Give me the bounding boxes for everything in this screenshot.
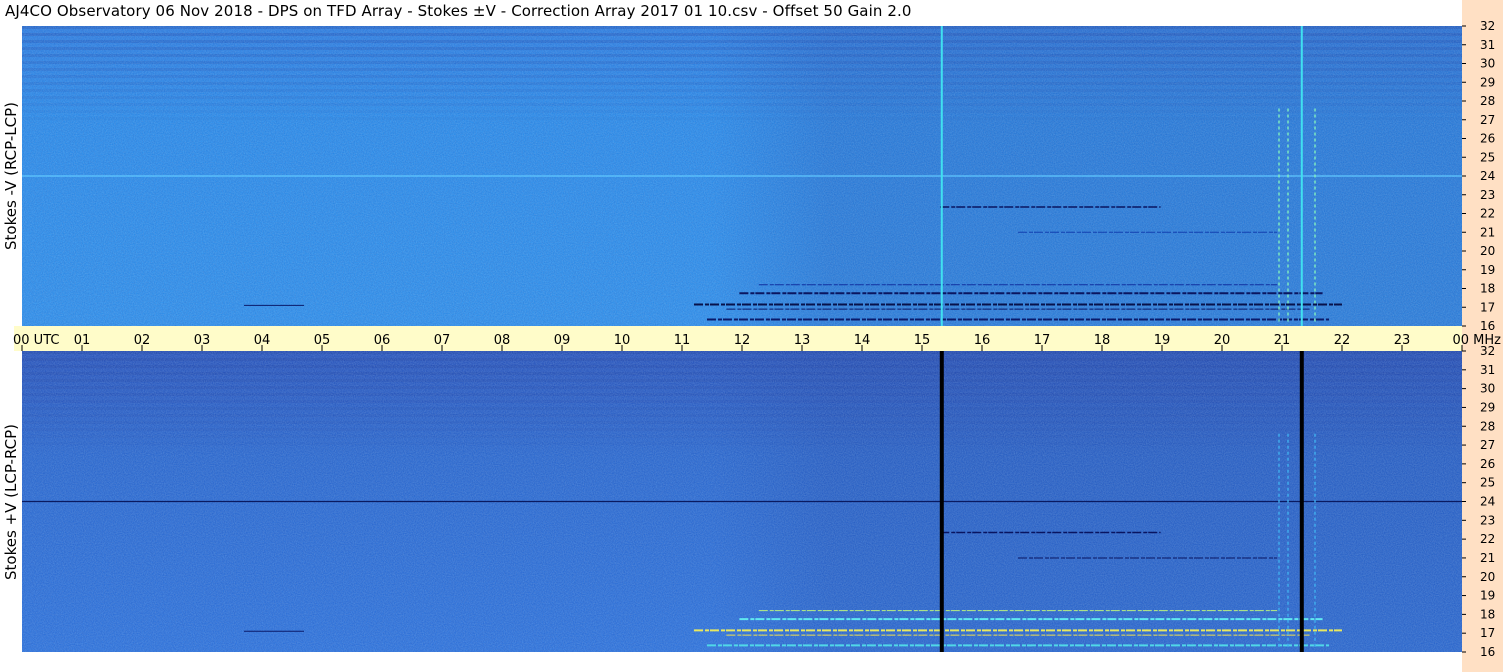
time-tick-label: 20 [1214,333,1231,348]
frequency-tick-label: 19 [1480,589,1495,603]
frequency-tick-label: 27 [1480,113,1495,127]
frequency-tick-label: 32 [1480,344,1495,358]
frequency-tick-label: 22 [1480,207,1495,221]
frequency-tick-label: 22 [1480,532,1495,546]
frequency-tick-label: 18 [1480,282,1495,296]
time-tick-label: 19 [1154,333,1171,348]
time-tick-label: 08 [494,333,511,348]
time-tick-label: 06 [374,333,391,348]
time-tick-label: 23 [1394,333,1411,348]
upper-panel-ylabel: Stokes -V (RCP-LCP) [2,102,20,250]
frequency-tick-label: 19 [1480,263,1495,277]
frequency-tick-label: 27 [1480,438,1495,452]
time-tick-label: 18 [1094,333,1111,348]
time-tick-label: 14 [854,333,871,348]
frequency-tick-label: 29 [1480,75,1495,89]
spectrogram-panel-lower [22,351,1462,652]
time-tick-label: 13 [794,333,811,348]
frequency-tick-label: 16 [1480,645,1495,659]
frequency-tick-label: 29 [1480,400,1495,414]
spectrogram-svg: 00 UTC 01 02 03 04 05 06 07 08 09 10 11 12 13 14 15 16 17… [13,19,1501,659]
frequency-tick-label: 21 [1480,551,1495,565]
frequency-tick-label: 31 [1480,363,1495,377]
time-tick-label: 16 [974,333,991,348]
frequency-tick-label: 26 [1480,457,1495,471]
time-tick-label: 04 [254,333,271,348]
frequency-tick-label: 23 [1480,188,1495,202]
time-tick-label: 17 [1034,333,1051,348]
frequency-tick-label: 25 [1480,476,1495,490]
time-tick-label: 10 [614,333,631,348]
frequency-tick-label: 20 [1480,244,1495,258]
frequency-tick-label: 16 [1480,319,1495,333]
time-tick-label: 22 [1334,333,1351,348]
lower-panel-ylabel: Stokes +V (LCP-RCP) [2,424,20,580]
frequency-tick-label: 30 [1480,382,1495,396]
time-tick-label: 11 [674,333,691,348]
frequency-tick-label: 32 [1480,19,1495,33]
frequency-tick-label: 31 [1480,38,1495,52]
time-tick-label: 12 [734,333,751,348]
frequency-tick-label: 24 [1480,495,1495,509]
time-tick-label: 21 [1274,333,1291,348]
time-tick-label: 02 [134,333,151,348]
frequency-tick-label: 18 [1480,607,1495,621]
frequency-tick-label: 30 [1480,57,1495,71]
time-tick-label: 09 [554,333,571,348]
frequency-tick-label: 25 [1480,150,1495,164]
time-tick-label: 01 [74,333,91,348]
spectrogram-panel-upper [22,26,1462,326]
frequency-tick-label: 17 [1480,300,1495,314]
frequency-tick-label: 23 [1480,513,1495,527]
time-tick-label: 03 [194,333,211,348]
time-tick-label: 07 [434,333,451,348]
frequency-tick-label: 21 [1480,225,1495,239]
frequency-tick-label: 26 [1480,132,1495,146]
time-tick-label: 05 [314,333,331,348]
frequency-tick-label: 20 [1480,570,1495,584]
time-tick-label: 15 [914,333,931,348]
time-tick-label: 00 UTC [13,333,59,348]
frequency-tick-label: 28 [1480,419,1495,433]
frequency-tick-label: 28 [1480,94,1495,108]
frequency-tick-label: 17 [1480,626,1495,640]
frequency-tick-label: 24 [1480,169,1495,183]
